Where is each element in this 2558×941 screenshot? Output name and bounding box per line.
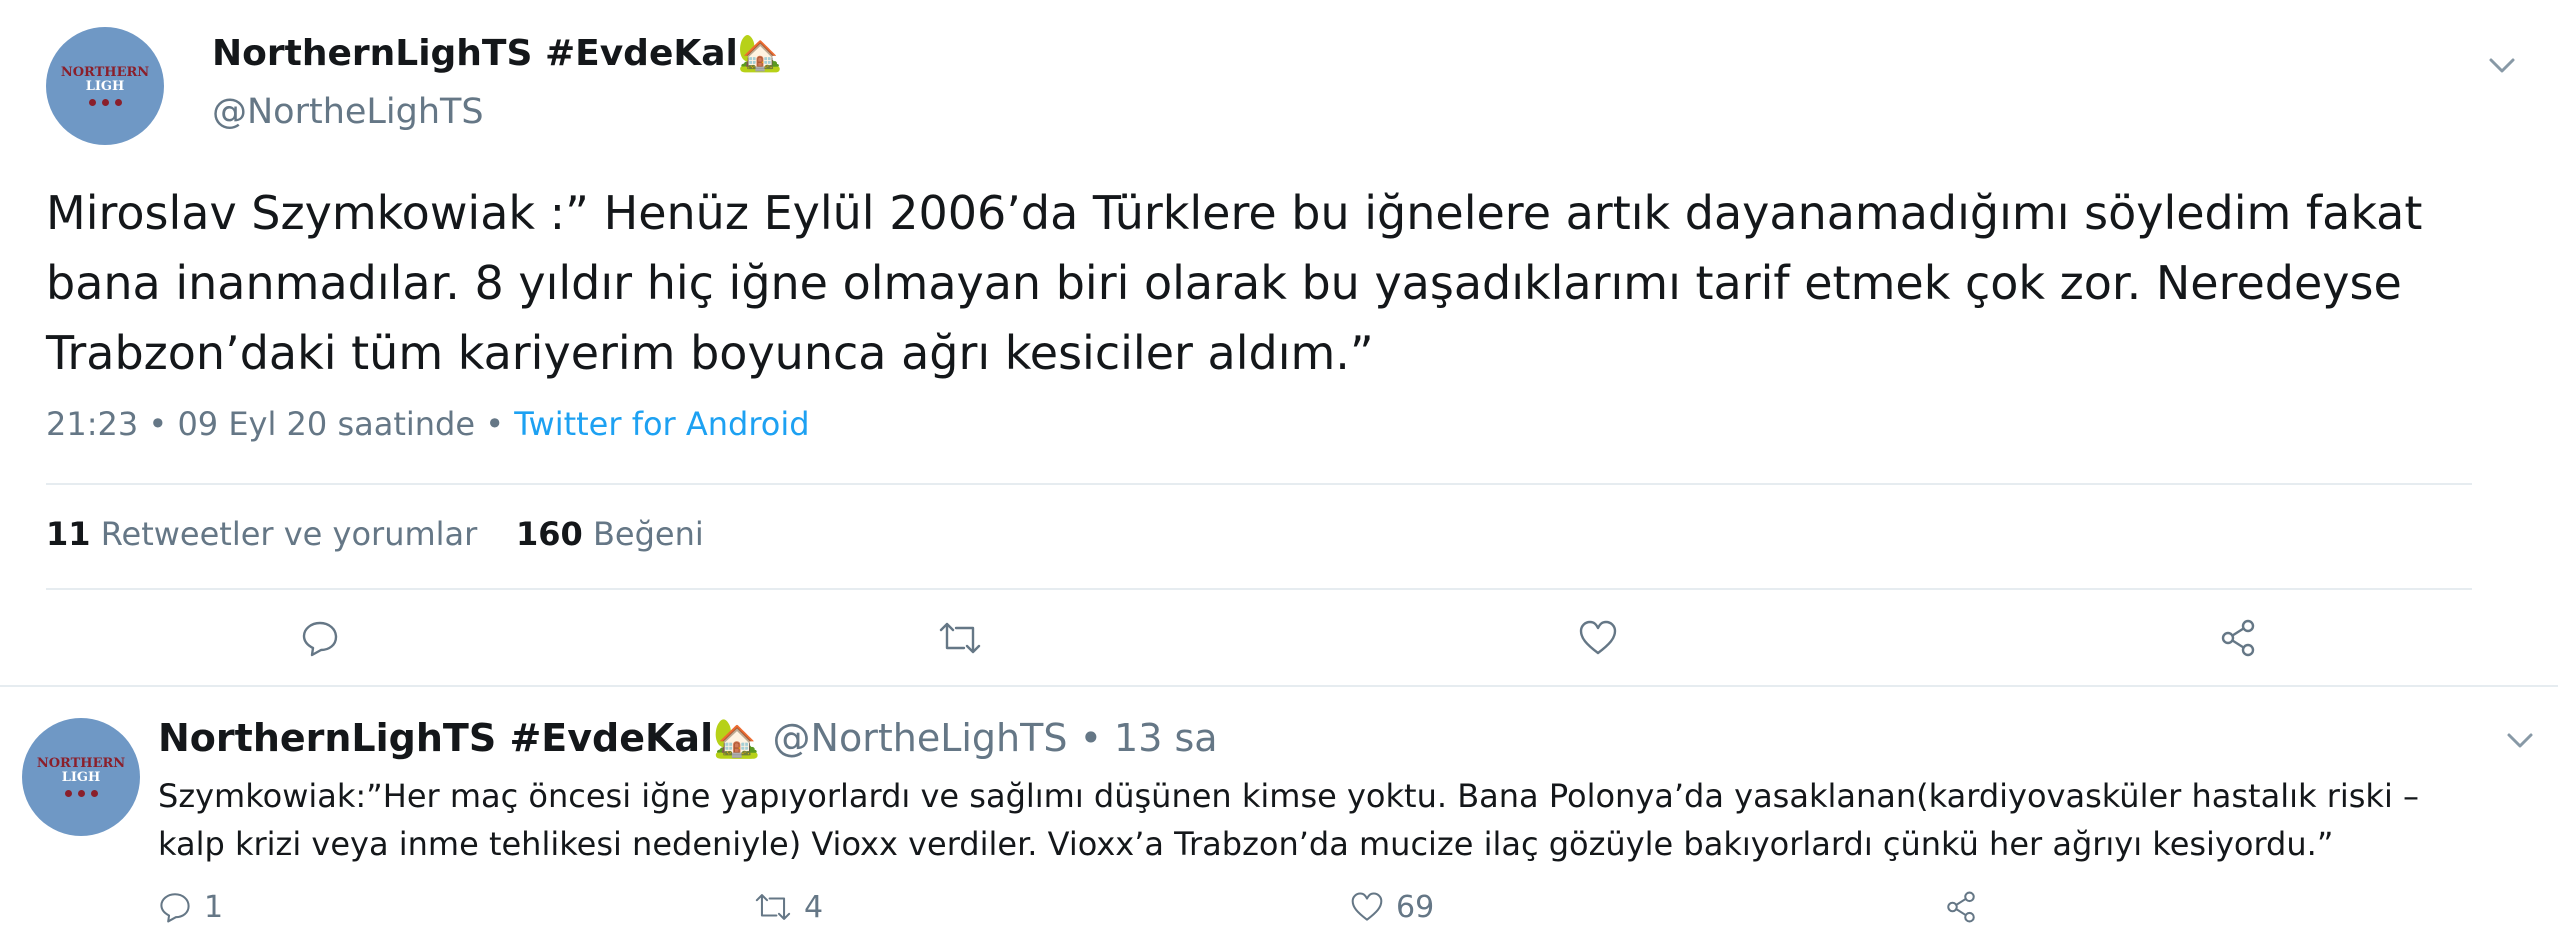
retweet-button[interactable] (930, 610, 990, 666)
reply-author-name[interactable]: NorthernLighTS #EvdeKal🏡 (158, 716, 760, 760)
reply-share-button[interactable] (1944, 882, 1978, 932)
likes-stat[interactable]: 160 Beğeni (516, 515, 704, 553)
divider (46, 588, 2472, 590)
avatar-logo-text: NORTHERN LIGH (60, 64, 150, 94)
share-icon (2221, 619, 2255, 657)
reply-button[interactable] (290, 610, 350, 666)
avatar-logo-text: NORTHERN LIGH (36, 755, 126, 785)
chevron-down-icon (2507, 733, 2533, 748)
reply-icon (160, 893, 190, 923)
tweet-text: Miroslav Szymkowiak :” Henüz Eylül 2006’… (46, 186, 2423, 380)
reply-menu-button[interactable] (2500, 725, 2540, 755)
reply-header: NorthernLighTS #EvdeKal🏡 @NortheLighTS •… (158, 716, 1218, 761)
reply-like-button[interactable]: 69 (1350, 882, 1434, 932)
retweet-count: 4 (804, 889, 824, 925)
author-name[interactable]: NorthernLighTS #EvdeKal🏡 (212, 32, 783, 74)
reply-icon (302, 621, 338, 657)
retweet-icon (939, 622, 981, 654)
avatar-social-dots (64, 790, 98, 798)
retweets-stat[interactable]: 11 Retweetler ve yorumlar (46, 515, 477, 553)
reply-reply-button[interactable]: 1 (158, 882, 223, 932)
tweet-timestamp: 21:23 • 09 Eyl 20 saatinde • Twitter for… (46, 405, 810, 443)
house-emoji: 🏡 (713, 716, 761, 760)
reply-author-handle[interactable]: @NortheLighTS (773, 716, 1068, 760)
heart-icon (1579, 620, 1617, 655)
reply-count: 1 (204, 889, 224, 925)
reply-time[interactable]: • 13 sa (1080, 716, 1218, 760)
tweet-separator (0, 685, 2558, 687)
heart-icon (1351, 892, 1383, 921)
chevron-down-icon (2489, 58, 2515, 73)
reply-retweet-button[interactable]: 4 (754, 882, 823, 932)
tweet-menu-button[interactable] (2482, 50, 2522, 80)
share-button[interactable] (2208, 610, 2268, 666)
avatar-social-dots (88, 99, 122, 107)
house-emoji: 🏡 (737, 33, 783, 74)
like-count: 69 (1396, 889, 1435, 925)
retweet-icon (755, 894, 791, 920)
reply-avatar[interactable]: NORTHERN LIGH (22, 718, 140, 836)
reply-text: Szymkowiak:”Her maç öncesi iğne yapıyorl… (158, 777, 2419, 863)
like-button[interactable] (1568, 610, 1628, 666)
avatar[interactable]: NORTHERN LIGH (46, 27, 164, 145)
share-icon (1947, 891, 1975, 923)
author-handle[interactable]: @NortheLighTS (212, 92, 484, 132)
tweet-source-link[interactable]: Twitter for Android (514, 405, 809, 443)
divider (46, 483, 2472, 485)
